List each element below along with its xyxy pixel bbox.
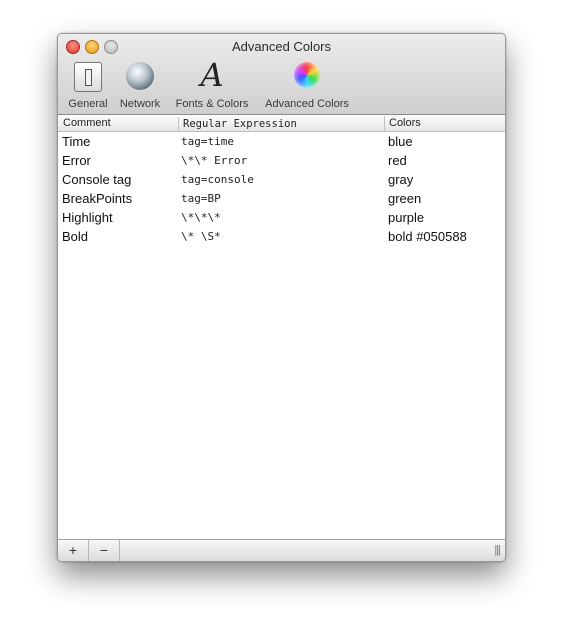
rules-table: Comment Regular Expression Colors Time t… — [58, 115, 505, 539]
table-header: Comment Regular Expression Colors — [58, 115, 505, 132]
general-icon — [74, 62, 102, 92]
regex-cell: \*\*\* — [181, 211, 221, 224]
regex-cell: \*\* Error — [181, 154, 248, 167]
window-title: Advanced Colors — [232, 39, 331, 54]
regex-cell: \* \S* — [181, 230, 221, 243]
comment-cell: Bold — [62, 229, 89, 244]
color-cell: gray — [388, 172, 414, 187]
column-header-regex[interactable]: Regular Expression — [178, 117, 383, 132]
table-row[interactable]: BreakPoints tag=BP green — [58, 189, 505, 208]
color-cell: bold #050588 — [388, 229, 467, 244]
table-row[interactable]: Time tag=time blue — [58, 132, 505, 151]
comment-cell: Highlight — [62, 210, 113, 225]
toolbar-general[interactable]: General — [64, 62, 112, 110]
toolbar-fonts-colors[interactable]: A Fonts & Colors — [171, 56, 253, 110]
table-row[interactable]: Error \*\* Error red — [58, 151, 505, 170]
add-rule-button[interactable]: + — [58, 540, 89, 561]
fonts-icon: A — [200, 56, 224, 94]
column-header-comment[interactable]: Comment — [59, 116, 178, 131]
resize-grip-icon[interactable]: ||| — [494, 544, 501, 556]
remove-rule-button[interactable]: − — [89, 540, 120, 561]
preferences-window: Advanced Colors General Network A Fonts … — [57, 33, 506, 562]
regex-cell: tag=time — [181, 135, 234, 148]
table-row[interactable]: Console tag tag=console gray — [58, 170, 505, 189]
color-wheel-icon — [294, 62, 320, 88]
table-row[interactable]: Bold \* \S* bold #050588 — [58, 227, 505, 246]
color-cell: red — [388, 153, 407, 168]
comment-cell: Time — [62, 134, 91, 149]
color-cell: blue — [388, 134, 413, 149]
regex-cell: tag=console — [181, 173, 254, 186]
comment-cell: Error — [62, 153, 91, 168]
column-header-colors[interactable]: Colors — [384, 116, 505, 131]
table-row[interactable]: Highlight \*\*\* purple — [58, 208, 505, 227]
toolbar-advanced-colors[interactable]: Advanced Colors — [260, 62, 354, 110]
color-cell: purple — [388, 210, 425, 225]
bottom-bar: + − ||| — [58, 539, 505, 561]
comment-cell: BreakPoints — [62, 191, 133, 206]
regex-cell: tag=BP — [181, 192, 221, 205]
color-cell: green — [388, 191, 422, 206]
window-toolbar: Advanced Colors General Network A Fonts … — [58, 34, 505, 115]
comment-cell: Console tag — [62, 172, 132, 187]
network-icon — [126, 62, 154, 90]
toolbar-network[interactable]: Network — [116, 62, 164, 110]
